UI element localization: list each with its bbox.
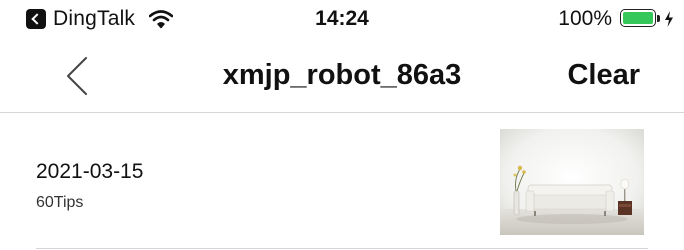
room-sofa-thumbnail bbox=[500, 129, 644, 235]
status-bar: DingTalk 14:24 100% bbox=[0, 0, 684, 40]
navigation-bar: xmjp_robot_86a3 Clear bbox=[0, 40, 684, 113]
clear-button[interactable]: Clear bbox=[567, 59, 640, 92]
battery-icon bbox=[620, 9, 662, 29]
list-item[interactable]: 2021-03-15 60Tips bbox=[0, 113, 684, 249]
item-divider bbox=[36, 248, 648, 249]
charging-icon bbox=[665, 11, 673, 27]
item-subtitle: 60Tips bbox=[36, 194, 84, 211]
item-date: 2021-03-15 bbox=[36, 160, 144, 183]
status-right: 100% bbox=[558, 6, 674, 32]
battery-percentage: 100% bbox=[558, 7, 612, 30]
